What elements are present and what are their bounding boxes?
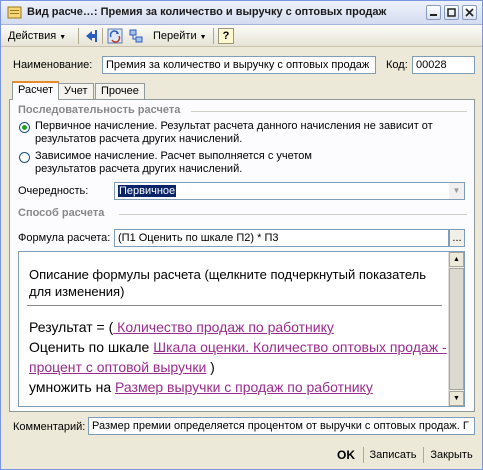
ok-button[interactable]: OK — [331, 445, 361, 465]
group-divider — [119, 214, 467, 215]
formula-mid3: умножить на — [29, 379, 116, 395]
actions-menu[interactable]: Действия ▼ — [8, 28, 66, 44]
sequence-group-title: Последовательность расчета — [18, 104, 181, 116]
order-select[interactable]: Первичное ▼ — [114, 182, 465, 200]
formula-mid2: ) — [206, 359, 215, 375]
method-group-title: Способ расчета — [18, 207, 105, 219]
close-icon — [465, 8, 474, 17]
code-label: Код: — [386, 59, 408, 71]
tab-label: Прочее — [101, 85, 139, 97]
button-divider — [423, 447, 424, 463]
arrow-back-icon[interactable] — [83, 28, 99, 44]
formula-description-panel: Описание формулы расчета (щелкните подче… — [18, 251, 465, 407]
order-select-value: Первичное — [118, 185, 177, 197]
minimize-button[interactable] — [426, 5, 441, 20]
formula-text: Результат = ( Количество продаж по работ… — [29, 317, 449, 397]
tab-label: Учет — [64, 85, 88, 97]
maximize-icon — [447, 8, 456, 17]
minimize-icon — [430, 14, 437, 16]
toolbar: Действия ▼ Перейти ▼ ? — [1, 25, 482, 47]
description-scrollbar[interactable]: ▲ ▼ — [448, 252, 464, 406]
chevron-down-icon: ▼ — [199, 34, 207, 41]
formula-mid1: Оценить по шкале — [29, 339, 154, 355]
order-label: Очередность: — [18, 185, 89, 197]
formula-select-button[interactable]: ... — [449, 229, 465, 247]
indicator-link-p3[interactable]: Размер выручки с продаж по работнику — [115, 379, 373, 395]
formula-label: Формула расчета: — [18, 232, 111, 244]
tab-other[interactable]: Прочее — [95, 83, 145, 99]
refresh-icon[interactable] — [107, 28, 123, 44]
formula-field[interactable]: (П1 Оценить по шкале П2) * П3 — [114, 229, 449, 247]
chevron-down-icon: ▼ — [59, 34, 67, 41]
title-bar[interactable]: Вид расче…: Премия за количество и выруч… — [1, 1, 482, 25]
name-field[interactable]: Премия за количество и выручку с оптовых… — [102, 56, 376, 74]
description-divider — [27, 305, 442, 306]
help-button[interactable]: ? — [218, 28, 234, 44]
tab-calculation[interactable]: Расчет — [12, 81, 59, 100]
code-field[interactable]: 00028 — [412, 56, 475, 74]
dependent-accrual-radio[interactable] — [19, 152, 30, 163]
dependent-accrual-text[interactable]: Зависимое начисление. Расчет выполняется… — [35, 150, 315, 176]
maximize-button[interactable] — [444, 5, 459, 20]
goto-menu[interactable]: Перейти ▼ — [153, 28, 207, 44]
close-window-button[interactable] — [462, 5, 477, 20]
group-divider — [191, 111, 467, 112]
name-label: Наименование: — [13, 59, 93, 71]
primary-accrual-text[interactable]: Первичное начисление. Результат расчета … — [35, 120, 455, 146]
comment-field[interactable]: Размер премии определяется процентом от … — [88, 417, 475, 435]
document-icon — [7, 6, 22, 19]
toolbar-divider — [78, 28, 79, 44]
save-button[interactable]: Записать — [365, 445, 421, 465]
scroll-down-icon[interactable]: ▼ — [449, 391, 464, 406]
indicator-link-p1[interactable]: Количество продаж по работнику — [113, 319, 334, 335]
primary-accrual-radio[interactable] — [19, 122, 30, 133]
description-title: Описание формулы расчета (щелкните подче… — [29, 267, 427, 299]
goto-menu-label: Перейти — [153, 30, 197, 42]
scroll-up-icon[interactable]: ▲ — [449, 252, 464, 267]
toolbar-divider — [102, 28, 103, 44]
scroll-thumb[interactable] — [449, 268, 464, 390]
tab-label: Расчет — [18, 84, 53, 96]
tab-accounting[interactable]: Учет — [58, 83, 94, 99]
actions-menu-label: Действия — [8, 30, 57, 42]
help-icon: ? — [222, 30, 230, 42]
comment-label: Комментарий: — [13, 421, 86, 433]
button-divider — [363, 447, 364, 463]
window-title: Вид расче…: Премия за количество и выруч… — [27, 6, 387, 18]
structure-icon[interactable] — [128, 28, 144, 44]
chevron-down-icon[interactable]: ▼ — [449, 183, 464, 199]
close-button[interactable]: Закрыть — [425, 445, 478, 465]
formula-prefix: Результат = ( — [29, 319, 114, 335]
dialog-window: Вид расче…: Премия за количество и выруч… — [0, 0, 483, 470]
toolbar-divider — [213, 28, 214, 44]
